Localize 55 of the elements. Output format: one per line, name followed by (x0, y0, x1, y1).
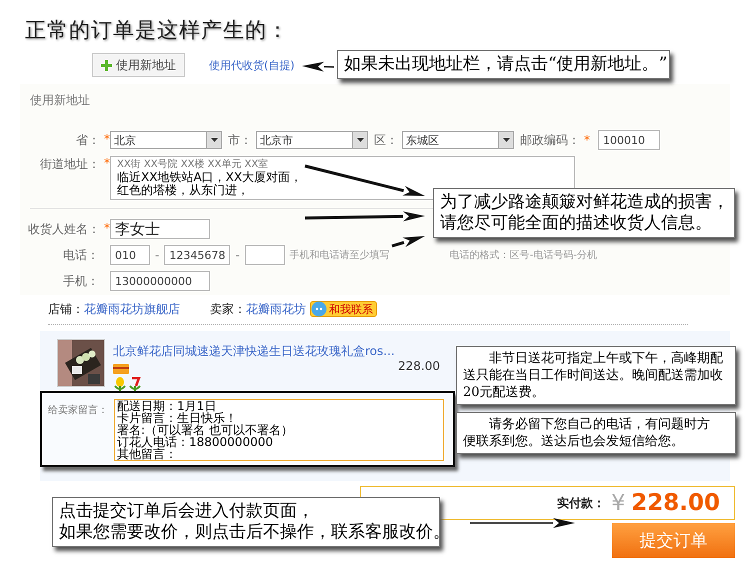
plus-icon (101, 60, 112, 70)
required-mark: * (584, 133, 590, 147)
field-label: 市： (228, 132, 252, 148)
callout-note: 非节日送花可指定上午或下午，高峰期配 送只能在当日工作时间送达。晚间配送需加收 20元配送费。 (456, 346, 736, 405)
product-link[interactable]: 北京鲜花店同城速递天津快递生日送花玫瑰礼盒ros... (113, 343, 395, 360)
chat-bubble-icon (311, 301, 327, 317)
arrow (392, 236, 425, 248)
required-mark: * (104, 220, 110, 236)
field-label: 手机： (63, 272, 99, 290)
shop-label: 店铺： (48, 300, 84, 318)
input-field[interactable]: 100010 (598, 130, 660, 150)
seller-label: 卖家： (210, 300, 246, 318)
required-mark: * (104, 156, 110, 172)
arrow (302, 62, 334, 72)
separator: - (235, 248, 240, 262)
extension-field[interactable] (244, 245, 285, 265)
contact-button[interactable]: 和我联系 (310, 301, 377, 317)
message-field[interactable]: 配送日期：1月1日 卡片留言：生日快乐！ 署名:（可以署名 也可以不署名） 订花人电话：18800000000 其他留言： (114, 399, 444, 461)
phone-number-field[interactable]: 12345678 (164, 245, 230, 265)
caret-icon (356, 138, 364, 142)
field-label: 收货人姓名： (28, 220, 100, 238)
card-icon (113, 364, 129, 374)
caret-icon (502, 138, 510, 142)
flowers-icon (113, 377, 143, 391)
field-label: 区： (374, 132, 398, 148)
required-mark: * (104, 132, 110, 148)
message-label: 给卖家留言： (48, 404, 108, 418)
shop-link[interactable]: 花瓣雨花坊旗舰店 (84, 300, 180, 318)
caret-icon (210, 138, 218, 142)
field-label: 街道地址： (40, 156, 100, 173)
currency-sign: ¥ (611, 490, 626, 516)
mobile-field[interactable]: 13000000000 (110, 271, 210, 291)
select-field[interactable]: 东城区 (402, 131, 514, 149)
field-label: 省： (76, 132, 100, 148)
new-address-button[interactable]: 使用新地址 (92, 53, 185, 77)
item-price: 228.00 (398, 359, 440, 373)
callout-note: 如果未出现地址栏，请点击“使用新地址。” (337, 50, 670, 79)
recipient-name-field[interactable]: 李女士 (110, 219, 210, 239)
area-code-field[interactable]: 010 (110, 245, 150, 265)
section-heading: 使用新地址 (29, 92, 91, 109)
callout-note: 请务必留下您自己的电话，有问题时方 便联系到您。送达后也会发短信给您。 (456, 412, 736, 454)
field-label: 邮政编码： (520, 132, 580, 148)
pickup-link[interactable]: 使用代收货(自提) (209, 58, 295, 72)
total-label: 实付款： (557, 494, 606, 512)
total-amount: 228.00 (631, 490, 720, 516)
callout-note: 点击提交订单后会进入付款页面， 如果您需要改价，则点击后不操作，联系客服改价。 (52, 497, 440, 547)
select-field[interactable]: 北京市 (256, 131, 368, 149)
seller-link[interactable]: 花瓣雨花坊 (246, 300, 306, 318)
select-field[interactable]: 北京 (110, 131, 222, 149)
page-title: 正常的订单是这样产生的： (24, 17, 290, 44)
hint-text: 手机和电话请至少填写 (290, 248, 390, 262)
separator: - (155, 248, 160, 262)
hint-text: 电话的格式：区号-电话号码-分机 (450, 248, 597, 262)
callout-note: 为了减少路途颠簸对鲜花造成的损害， 请您尽可能全面的描述收货人信息。 (433, 188, 735, 238)
field-label: 电话： (63, 246, 99, 264)
